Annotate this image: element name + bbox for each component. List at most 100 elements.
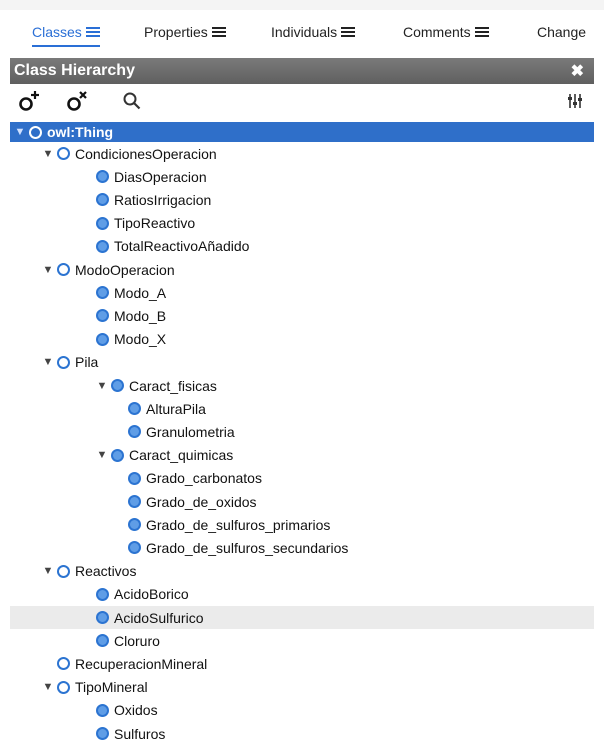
tree-item[interactable]: ▼ TipoMineral — [10, 676, 594, 699]
tree-item[interactable]: ▼Cloruro — [10, 629, 594, 652]
tree-item-label: AcidoBorico — [114, 586, 189, 603]
class-circle-icon — [96, 286, 109, 300]
tree-item[interactable]: ▼ Caract_quimicas — [10, 444, 594, 467]
expand-triangle-icon[interactable]: ▼ — [96, 380, 108, 392]
tree-item[interactable]: ▼ owl:Thing — [10, 122, 594, 142]
class-circle-icon — [96, 634, 109, 648]
tree-item[interactable]: ▼Grado_de_oxidos — [10, 490, 594, 513]
tree-item-label: RatiosIrrigacion — [114, 191, 212, 208]
tab-changes-label: Change — [537, 24, 587, 40]
tree-item-label: TipoMineral — [75, 679, 148, 696]
expand-triangle-icon[interactable]: ▼ — [42, 148, 54, 160]
class-circle-icon — [128, 495, 141, 508]
add-subclass-icon — [19, 91, 39, 111]
class-tree: ▼owl:Thing▼CondicionesOperacion▼DiasOper… — [10, 120, 594, 756]
tree-item[interactable]: ▼TipoReactivo — [10, 212, 594, 235]
tree-item[interactable]: ▼TotalReactivoAñadido — [10, 235, 594, 258]
tree-item[interactable]: ▼ Pila — [10, 351, 594, 374]
tree-item[interactable]: ▼Grado_carbonatos — [10, 467, 594, 490]
sliders-icon — [568, 94, 582, 108]
tree-item[interactable]: ▼Modo_B — [10, 304, 594, 327]
expand-triangle-icon[interactable]: ▼ — [14, 126, 26, 138]
tab-individuals[interactable]: Individuals — [271, 22, 356, 42]
panel-title: Class Hierarchy — [14, 62, 135, 79]
class-circle-icon — [57, 355, 70, 369]
tree-item[interactable]: ▼AcidoBorico — [10, 583, 594, 606]
tree-item[interactable]: ▼Grado_de_sulfuros_primarios — [10, 513, 594, 536]
class-circle-icon — [128, 425, 141, 439]
tree-item-label: Sulfuros — [114, 725, 166, 742]
class-circle-icon — [96, 611, 109, 624]
class-hierarchy-header: Class Hierarchy ✖ — [10, 58, 594, 84]
class-circle-icon — [128, 471, 141, 485]
hamburger-icon — [85, 27, 100, 37]
class-circle-icon — [96, 170, 109, 184]
search-icon — [123, 92, 141, 110]
class-circle-icon — [96, 727, 109, 740]
expand-triangle-icon[interactable]: ▼ — [42, 356, 54, 368]
tree-item[interactable]: ▼Modo_X — [10, 328, 594, 351]
tree-item-label: Grado_de_sulfuros_primarios — [146, 516, 331, 533]
tree-item[interactable]: ▼Granulometria — [10, 420, 594, 443]
tree-item[interactable]: ▼ ModoOperacion — [10, 258, 594, 281]
tree-item[interactable]: ▼AcidoSulfurico — [10, 606, 594, 629]
tree-item[interactable]: ▼ Reactivos — [10, 560, 594, 583]
tree-item-label: DiasOperacion — [114, 168, 207, 185]
tree-item[interactable]: ▼ CondicionesOperacion — [10, 142, 594, 165]
tree-item-label: owl:Thing — [47, 124, 114, 140]
tree-item-label: Pila — [75, 354, 99, 371]
class-circle-icon — [128, 518, 141, 532]
tab-classes[interactable]: Classes — [32, 22, 100, 47]
hamburger-icon — [211, 27, 226, 37]
close-icon[interactable]: ✖ — [571, 61, 584, 81]
tree-item-label: Oxidos — [114, 702, 158, 719]
tree-item[interactable]: ▼RecuperacionMineral — [10, 652, 594, 675]
class-circle-icon — [96, 309, 109, 323]
tree-item[interactable]: ▼ Caract_fisicas — [10, 374, 594, 397]
tree-item-label: TipoReactivo — [114, 215, 196, 232]
search-button[interactable] — [118, 88, 146, 114]
tree-item-label: Modo_X — [114, 331, 167, 348]
expand-triangle-icon[interactable]: ▼ — [42, 565, 54, 577]
options-button[interactable] — [562, 88, 588, 114]
expand-triangle-icon[interactable]: ▼ — [42, 681, 54, 693]
tree-item-label: Caract_fisicas — [129, 377, 217, 394]
tab-changes[interactable]: Change — [537, 22, 586, 42]
tab-comments[interactable]: Comments — [403, 22, 489, 42]
tree-item[interactable]: ▼AlturaPila — [10, 397, 594, 420]
expand-triangle-icon[interactable]: ▼ — [42, 264, 54, 276]
class-circle-icon — [111, 379, 124, 392]
delete-class-button[interactable] — [62, 88, 92, 114]
tab-classes-label: Classes — [32, 24, 82, 40]
tree-item[interactable]: ▼Sulfuros — [10, 722, 594, 745]
class-circle-icon — [96, 332, 109, 346]
tab-individuals-label: Individuals — [271, 24, 338, 40]
tree-item-label: AcidoSulfurico — [114, 609, 204, 626]
tree-item[interactable]: ▼DiasOperacion — [10, 165, 594, 188]
tab-properties[interactable]: Properties — [144, 22, 226, 42]
tab-bar: Classes Properties Individuals Comments … — [0, 10, 604, 50]
tree-item[interactable]: ▼Grado_de_sulfuros_secundarios — [10, 536, 594, 559]
class-circle-icon — [57, 147, 70, 160]
tree-item-label: Reactivos — [75, 563, 137, 580]
class-circle-icon — [57, 680, 70, 694]
class-circle-icon — [96, 703, 109, 717]
tree-item-label: TotalReactivoAñadido — [114, 238, 250, 255]
expand-triangle-icon[interactable]: ▼ — [96, 449, 108, 461]
tree-item-label: Grado_de_sulfuros_secundarios — [146, 539, 349, 556]
class-circle-icon — [128, 402, 141, 416]
class-circle-icon — [57, 657, 70, 671]
tree-item[interactable]: ▼Modo_A — [10, 281, 594, 304]
class-circle-icon — [96, 587, 109, 601]
tree-item-label: Cloruro — [114, 632, 160, 649]
tree-item-label: Grado_de_oxidos — [146, 493, 257, 510]
tree-item-label: RecuperacionMineral — [75, 655, 208, 672]
tree-item[interactable]: ▼Oxidos — [10, 699, 594, 722]
class-circle-icon — [29, 125, 42, 139]
hierarchy-toolbar — [10, 84, 594, 118]
tree-item-label: Grado_carbonatos — [146, 470, 262, 487]
tree-item[interactable]: ▼RatiosIrrigacion — [10, 188, 594, 211]
class-circle-icon — [96, 193, 109, 207]
add-subclass-button[interactable] — [14, 88, 44, 114]
class-circle-icon — [96, 216, 109, 230]
